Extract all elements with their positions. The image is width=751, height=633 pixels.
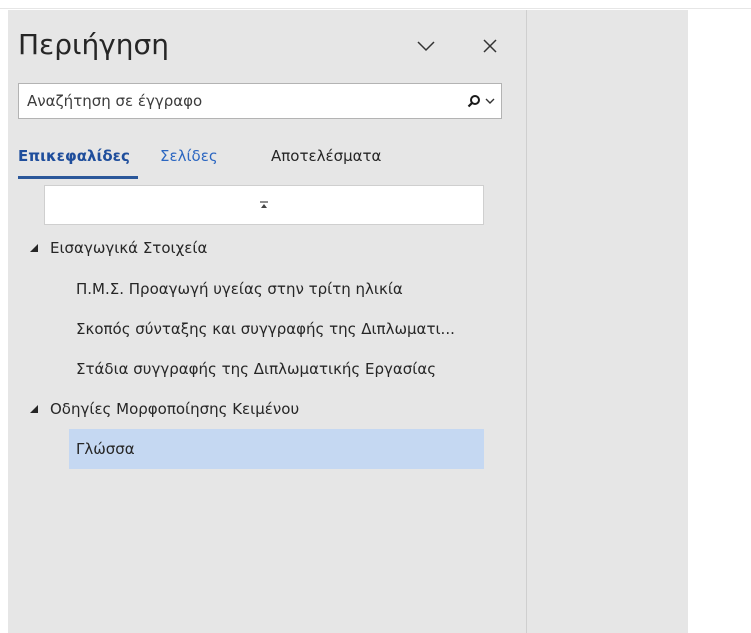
search-options-chevron-icon[interactable] [485,97,495,105]
heading-item-purpose[interactable]: Σκοπός σύνταξης και συγγραφής της Διπλωμ… [76,309,455,349]
active-tab-indicator [18,176,138,179]
heading-label: Οδηγίες Μορφοποίησης Κειμένου [50,400,300,418]
heading-label: Εισαγωγικά Στοιχεία [50,239,208,257]
tab-results[interactable]: Αποτελέσματα [271,147,381,165]
heading-label: Γλώσσα [76,440,135,458]
collapse-all-button[interactable] [44,185,484,225]
search-input[interactable] [19,84,457,118]
chevron-down-icon [417,41,435,52]
word-window: Περιήγηση Αναζήτηση σε έγγραφο Επικεφαλί… [0,0,751,633]
document-page[interactable] [688,10,751,633]
search-icon[interactable] [467,94,481,108]
close-icon [483,39,497,53]
document-gutter [526,10,689,633]
search-actions [467,84,495,118]
collapse-up-icon [260,201,268,208]
heading-label: Π.Μ.Σ. Προαγωγή υγείας στην τρίτη ηλικία [76,280,403,298]
pane-title: Περιήγηση [18,28,169,61]
heading-label: Στάδια συγγραφής της Διπλωματικής Εργασί… [76,360,437,378]
heading-item-language[interactable]: Γλώσσα [69,429,484,469]
tab-headings[interactable]: Επικεφαλίδες [18,147,130,165]
expanded-triangle-icon[interactable] [28,403,40,415]
search-field [18,83,502,119]
heading-item-stages[interactable]: Στάδια συγγραφής της Διπλωματικής Εργασί… [76,349,436,389]
navigation-pane: Περιήγηση Αναζήτηση σε έγγραφο Επικεφαλί… [8,10,526,633]
heading-item-intro[interactable]: Εισαγωγικά Στοιχεία [28,228,207,268]
heading-item-pms[interactable]: Π.Μ.Σ. Προαγωγή υγείας στην τρίτη ηλικία [76,269,403,309]
heading-item-formatting[interactable]: Οδηγίες Μορφοποίησης Κειμένου [28,389,299,429]
expanded-triangle-icon[interactable] [28,242,40,254]
tab-pages[interactable]: Σελίδες [160,147,218,165]
pane-options-button[interactable] [414,34,438,58]
heading-label: Σκοπός σύνταξης και συγγραφής της Διπλωμ… [76,320,455,338]
close-pane-button[interactable] [478,34,502,58]
ribbon-edge [0,0,751,9]
